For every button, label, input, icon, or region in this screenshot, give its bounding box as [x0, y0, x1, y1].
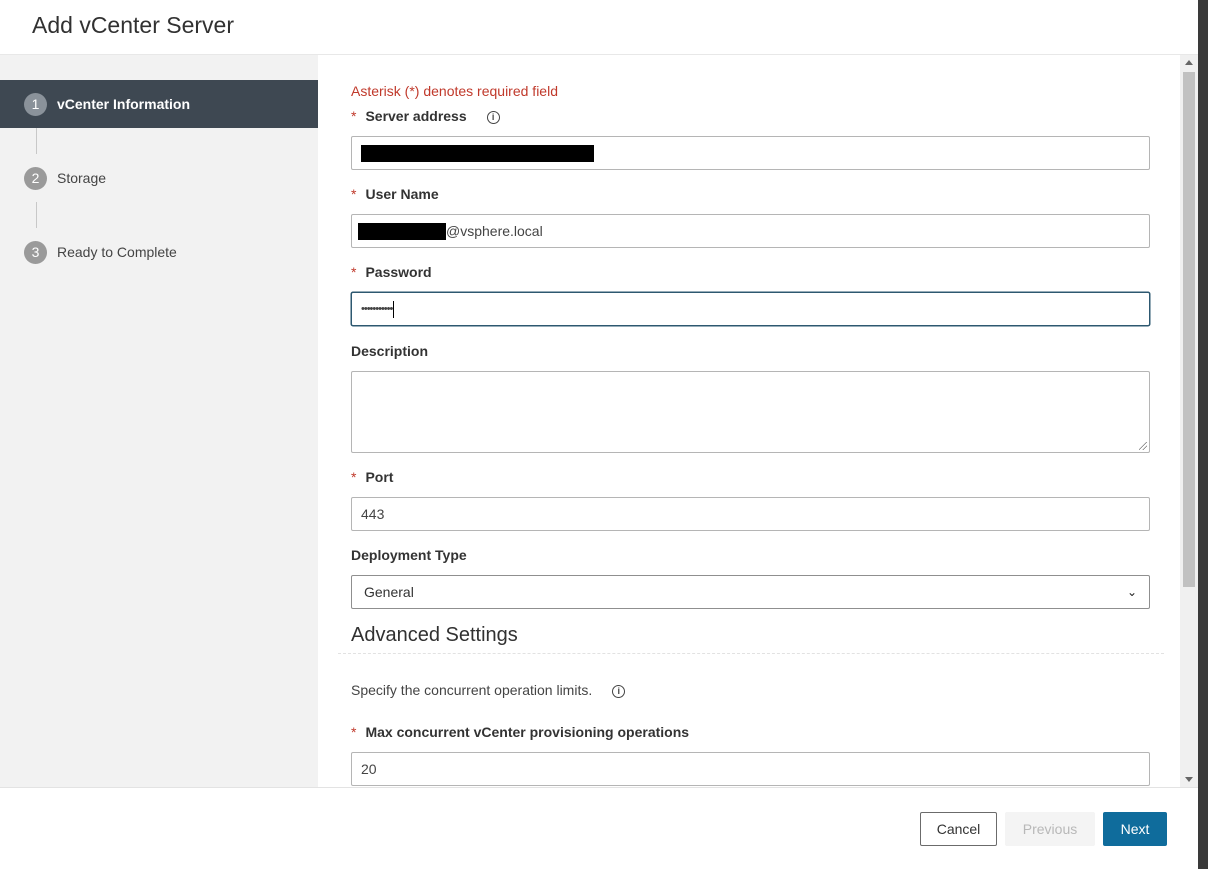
required-marker: *: [351, 724, 357, 740]
port-label: * Port: [351, 469, 393, 485]
max-ops-input[interactable]: 20: [351, 752, 1150, 786]
wizard-step-storage[interactable]: 2 Storage: [0, 154, 318, 202]
cancel-button[interactable]: Cancel: [920, 812, 997, 846]
step-number: 2: [24, 166, 47, 190]
section-divider: [338, 653, 1164, 654]
label-text: Max concurrent vCenter provisioning oper…: [365, 724, 690, 740]
label-text: Port: [365, 469, 394, 485]
description-label: Description: [351, 343, 429, 359]
step-label: vCenter Information: [57, 96, 191, 112]
window-edge: [1198, 0, 1208, 869]
step-connector: [36, 128, 37, 154]
step-number: 3: [24, 240, 47, 264]
text-cursor: [393, 300, 395, 318]
chevron-down-icon: ⌄: [1126, 585, 1137, 599]
scrollbar-thumb[interactable]: [1183, 72, 1195, 587]
required-marker: *: [351, 186, 357, 202]
required-marker: *: [351, 108, 357, 124]
info-icon[interactable]: i: [486, 110, 500, 124]
content-scrollbar[interactable]: [1180, 55, 1198, 787]
next-button[interactable]: Next: [1103, 812, 1167, 846]
footer-divider: [0, 787, 1198, 788]
step-number: 1: [24, 92, 47, 116]
previous-button[interactable]: Previous: [1005, 812, 1095, 846]
add-vcenter-dialog: Add vCenter Server 1 vCenter Information…: [0, 0, 1198, 869]
wizard-sidebar: 1 vCenter Information 2 Storage 3 Ready …: [0, 55, 318, 787]
dialog-title: Add vCenter Server: [32, 12, 234, 38]
user-name-input[interactable]: @vsphere.local: [351, 214, 1150, 248]
required-marker: *: [351, 264, 357, 280]
required-field-note: Asterisk (*) denotes required field: [351, 83, 558, 99]
step-connector: [36, 202, 37, 228]
info-icon[interactable]: i: [612, 684, 626, 698]
wizard-step-vcenter-information[interactable]: 1 vCenter Information: [0, 80, 318, 128]
deployment-type-select[interactable]: General ⌄: [351, 575, 1150, 609]
user-name-suffix: @vsphere.local: [446, 223, 543, 239]
redacted-value: [361, 144, 594, 162]
wizard-step-ready-to-complete[interactable]: 3 Ready to Complete: [0, 228, 318, 276]
redacted-value: [358, 222, 446, 240]
selected-value: General: [364, 584, 414, 600]
server-address-label: * Server address i: [351, 108, 500, 124]
hint-text: Specify the concurrent operation limits.: [351, 682, 593, 698]
resize-handle-icon[interactable]: [1139, 442, 1147, 450]
label-text: Password: [365, 264, 432, 280]
port-input[interactable]: 443: [351, 497, 1150, 531]
step-label: Ready to Complete: [57, 244, 177, 260]
password-label: * Password: [351, 264, 432, 280]
scroll-down-icon[interactable]: [1185, 777, 1193, 782]
step-label: Storage: [57, 170, 107, 186]
label-text: Server address: [365, 108, 467, 124]
scroll-up-icon[interactable]: [1185, 60, 1193, 65]
user-name-label: * User Name: [351, 186, 439, 202]
concurrency-hint: Specify the concurrent operation limits.…: [351, 682, 626, 698]
label-text: User Name: [365, 186, 439, 202]
server-address-input[interactable]: [351, 136, 1150, 170]
required-marker: *: [351, 469, 357, 485]
advanced-settings-heading: Advanced Settings: [351, 624, 518, 646]
max-ops-label: * Max concurrent vCenter provisioning ope…: [351, 724, 689, 740]
password-input[interactable]: •••••••••••: [351, 292, 1150, 326]
form-content: Asterisk (*) denotes required field * Ser…: [318, 55, 1180, 787]
password-mask: •••••••••••: [361, 303, 393, 315]
deployment-type-label: Deployment Type: [351, 547, 467, 563]
description-textarea[interactable]: [351, 371, 1150, 453]
